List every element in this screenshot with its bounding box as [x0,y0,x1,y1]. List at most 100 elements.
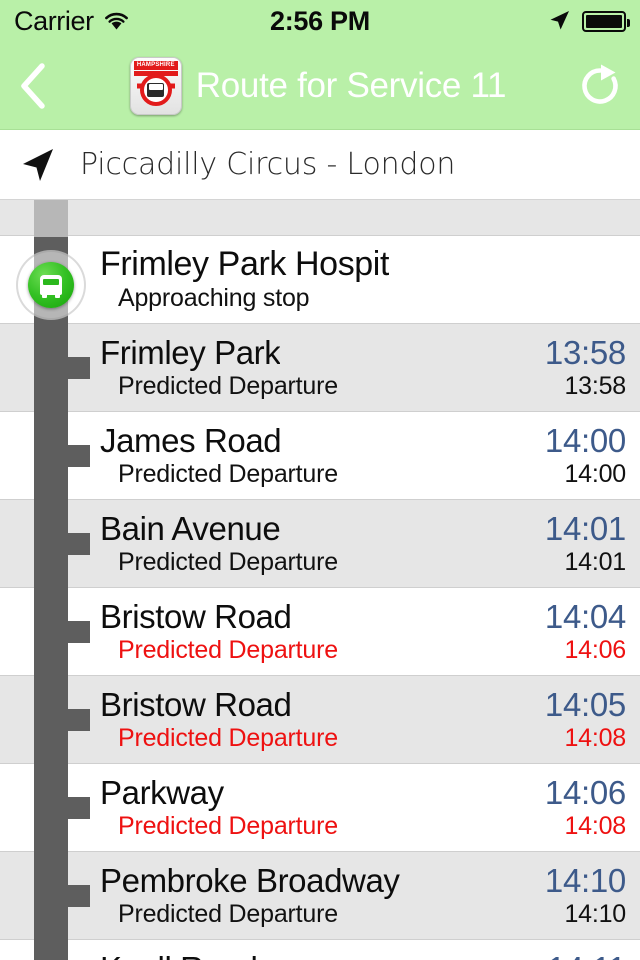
stop-row-primary: Bristow Road 14:05 [100,685,626,723]
hampshire-bus-logo: HAMPSHIRE [129,56,182,115]
stop-rows-container: Frimley Park Hospit Approaching stop Friml… [0,236,640,960]
destination-row[interactable]: Piccadilly Circus - London [0,130,640,200]
predicted-time: 14:06 [564,635,626,664]
predicted-time: 14:08 [564,811,626,840]
stop-name: Knoll Road [100,951,257,960]
predicted-time: 14:08 [564,723,626,752]
stop-status-label: Predicted Departure [118,371,338,400]
stop-status-label: Predicted Departure [118,635,338,664]
stop-status-label: Predicted Departure [118,459,338,488]
logo-band-text: HAMPSHIRE [133,60,178,70]
list-top-partial-row [0,200,640,236]
carrier-label: Carrier [14,5,94,36]
nav-title-group: HAMPSHIRE Route for Service 11 [68,56,572,115]
stop-status-label: Predicted Departure [118,899,338,928]
location-arrow-icon [546,8,572,34]
stop-list[interactable]: Frimley Park Hospit Approaching stop Friml… [0,200,640,960]
navigation-arrow-icon [18,145,58,185]
predicted-time: 14:00 [564,459,626,488]
route-stop-tick [68,709,90,731]
stop-row-primary: James Road 14:00 [100,421,626,459]
stop-row-body: Pembroke Broadway 14:10 Predicted Departur… [100,861,640,929]
stop-row[interactable]: Knoll Road14:11Predicted Departure14:11 [0,940,640,960]
stop-row-secondary: Predicted Departure 14:00 [100,459,626,489]
predicted-time: 13:58 [564,371,626,400]
scheduled-time: 14:05 [544,685,626,723]
stop-name: Frimley Park Hospit [100,246,390,284]
stop-row[interactable]: Bain Avenue 14:01 Predicted Departure 14:01 [0,500,640,588]
predicted-time: 14:10 [564,899,626,928]
predicted-time: 14:01 [564,547,626,576]
stop-status-label: Predicted Departure [118,723,338,752]
stop-row[interactable]: Parkway 14:06 Predicted Departure 14:08 [0,764,640,852]
stop-status-label: Predicted Departure [118,547,338,576]
stop-row-secondary: Approaching stop [100,285,626,313]
stop-row-body: Bain Avenue 14:01 Predicted Departure 14:01 [100,509,640,577]
stop-row-secondary: Predicted Departure 14:10 [100,899,626,929]
logo-bus-glyph [147,82,165,97]
route-line-upper-segment [34,200,68,237]
stop-row-primary: Bristow Road 14:04 [100,597,626,635]
scheduled-time: 14:00 [544,421,626,459]
route-stop-tick [68,445,90,467]
status-bar-right [546,8,630,34]
scheduled-time: 14:01 [544,509,626,547]
battery-full-icon [582,10,630,32]
back-button[interactable] [16,60,68,112]
wifi-icon [103,11,130,31]
stop-row-body: Frimley Park 13:58 Predicted Departure 13:5… [100,333,640,401]
stop-name: Frimley Park [100,334,281,371]
stop-row[interactable]: Frimley Park Hospit Approaching stop [0,236,640,324]
scheduled-time: 14:04 [544,597,626,635]
stop-row-secondary: Predicted Departure 14:08 [100,811,626,841]
bus-glyph [40,275,62,298]
scheduled-time: 14:10 [544,861,626,899]
stop-row-body: James Road 14:00 Predicted Departure 14:00 [100,421,640,489]
stop-row-body: Parkway 14:06 Predicted Departure 14:08 [100,773,640,841]
refresh-button[interactable] [572,62,624,110]
stop-row-primary: Bain Avenue 14:01 [100,509,626,547]
stop-row-primary: Pembroke Broadway 14:10 [100,861,626,899]
stop-row[interactable]: James Road 14:00 Predicted Departure 14:00 [0,412,640,500]
stop-row-body: Knoll Road14:11Predicted Departure14:11 [100,950,640,960]
stop-name: Parkway [100,774,224,811]
route-stop-tick [68,533,90,555]
scheduled-time: 14:06 [544,773,626,811]
stop-row-body: Bristow Road 14:05 Predicted Departure 14:0… [100,685,640,753]
stop-row-secondary: Predicted Departure 14:06 [100,635,626,665]
stop-row-body: Bristow Road 14:04 Predicted Departure 14:0… [100,597,640,665]
current-vehicle-marker [16,250,86,320]
stop-name: Bain Avenue [100,510,281,547]
stop-row-primary: Knoll Road 14:11 [100,950,626,960]
status-bar: Carrier 2:56 PM [0,0,640,42]
stop-row-secondary: Predicted Departure 13:58 [100,371,626,401]
stop-name: Bristow Road [100,598,292,635]
route-stop-tick [68,797,90,819]
stop-name: Pembroke Broadway [100,862,400,899]
stop-row-secondary: Predicted Departure 14:08 [100,723,626,753]
stop-row-primary: Frimley Park Hospit [100,246,626,283]
logo-emblem [139,73,172,106]
nav-bar: HAMPSHIRE Route for Service 11 [0,42,640,130]
stop-row[interactable]: Bristow Road 14:04 Predicted Departure 14:0… [0,588,640,676]
stop-row[interactable]: Pembroke Broadway 14:10 Predicted Departur… [0,852,640,940]
bus-marker-icon [28,262,74,308]
route-stop-tick [68,621,90,643]
stop-row[interactable]: Bristow Road 14:05 Predicted Departure 14:0… [0,676,640,764]
stop-row[interactable]: Frimley Park 13:58 Predicted Departure 13:5… [0,324,640,412]
stop-row-secondary: Predicted Departure 14:01 [100,547,626,577]
chevron-left-icon [16,60,50,112]
refresh-icon [576,62,624,110]
scheduled-time: 13:58 [544,333,626,371]
stop-name: James Road [100,422,282,459]
stop-row-primary: Frimley Park 13:58 [100,333,626,371]
status-bar-left: Carrier [14,5,130,36]
stop-status-label: Approaching stop [118,284,310,313]
route-stop-tick [68,885,90,907]
stop-name: Bristow Road [100,686,292,723]
stop-row-primary: Parkway 14:06 [100,773,626,811]
route-stop-tick [68,357,90,379]
destination-label: Piccadilly Circus - London [80,147,456,182]
stop-row-body: Frimley Park Hospit Approaching stop [100,246,640,313]
stop-status-label: Predicted Departure [118,811,338,840]
